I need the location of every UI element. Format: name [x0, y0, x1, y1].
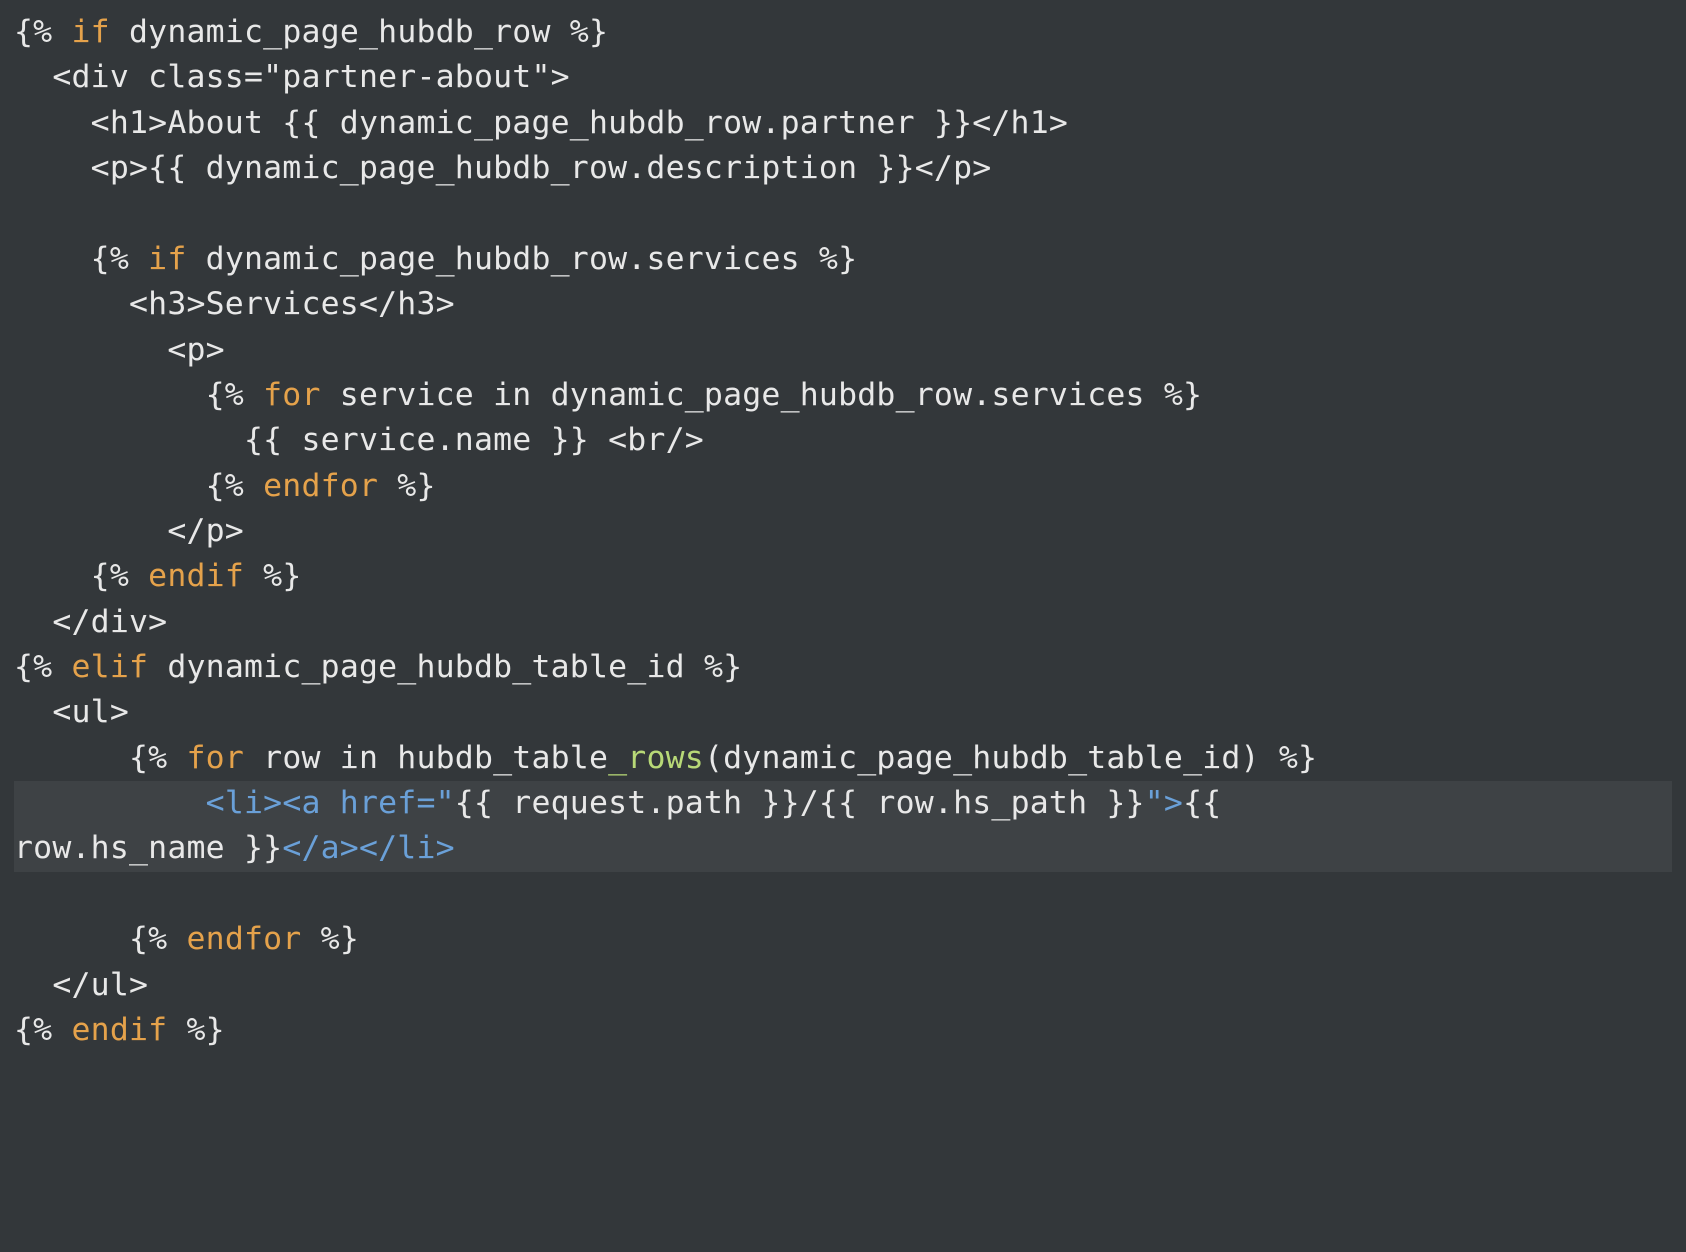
code-line: {% endfor %}	[14, 468, 436, 504]
code-block: {% if dynamic_page_hubdb_row %} <div cla…	[0, 0, 1686, 1063]
code-line-highlighted: <li><a href="{{ request.path }}/{{ row.h…	[14, 781, 1672, 826]
keyword-for: for	[263, 377, 321, 413]
code-line: <div class="partner-about">	[14, 59, 570, 95]
code-line: <h1>About {{ dynamic_page_hubdb_row.part…	[14, 105, 1068, 141]
code-line: {% for service in dynamic_page_hubdb_row…	[14, 377, 1202, 413]
code-line: {% for row in hubdb_table_rows(dynamic_p…	[14, 740, 1317, 776]
html-tag: </a></li>	[282, 830, 454, 866]
code-line-highlighted: row.hs_name }}</a></li>	[14, 826, 1672, 871]
code-line: {% endif %}	[14, 1012, 225, 1048]
code-line: {% elif dynamic_page_hubdb_table_id %}	[14, 649, 742, 685]
code-line: </p>	[14, 513, 244, 549]
function-rows: _rows	[608, 740, 704, 776]
keyword-elif: elif	[72, 649, 149, 685]
code-line: {% endif %}	[14, 558, 301, 594]
keyword-endfor: endfor	[263, 468, 378, 504]
code-line: <ul>	[14, 694, 129, 730]
keyword-for: for	[186, 740, 244, 776]
code-line: <h3>Services</h3>	[14, 286, 455, 322]
keyword-endif: endif	[72, 1012, 168, 1048]
code-line: {% endfor %}	[14, 921, 359, 957]
html-tag: ">	[1145, 785, 1183, 821]
keyword-if: if	[148, 241, 186, 277]
code-line: {% if dynamic_page_hubdb_row %}	[14, 14, 608, 50]
keyword-endif: endif	[148, 558, 244, 594]
code-line: <p>{{ dynamic_page_hubdb_row.description…	[14, 150, 991, 186]
code-line: {{ service.name }} <br/>	[14, 422, 704, 458]
keyword-if: if	[72, 14, 110, 50]
code-line: {% if dynamic_page_hubdb_row.services %}	[14, 241, 857, 277]
code-line: </div>	[14, 604, 167, 640]
keyword-endfor: endfor	[186, 921, 301, 957]
code-line: </ul>	[14, 967, 148, 1003]
html-tag: <li><a href="	[206, 785, 455, 821]
code-line: <p>	[14, 332, 225, 368]
